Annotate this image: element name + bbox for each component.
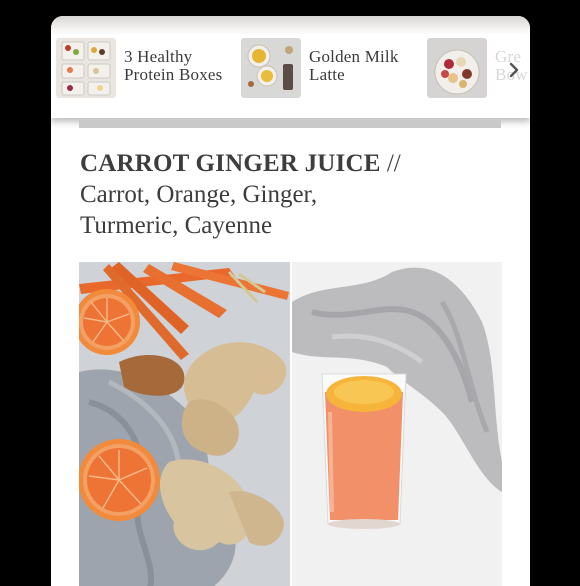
previous-image-edge [79, 118, 501, 128]
chevron-right-icon [509, 62, 519, 78]
juice-glass-photo [292, 262, 502, 586]
related-post-title[interactable]: 3 Healthy Protein Boxes [124, 48, 222, 84]
green-bowl-thumbnail[interactable] [427, 38, 487, 98]
article-title-separator: // [380, 150, 401, 177]
carousel-next-button[interactable] [504, 60, 524, 80]
related-post-title[interactable]: Golden Milk Latte [309, 48, 399, 84]
article-title-bold: CARROT GINGER JUICE [80, 150, 381, 177]
related-post-card[interactable]: 3 Healthy Protein Boxes [56, 38, 222, 100]
related-posts-carousel[interactable]: 3 Healthy Protein Boxes Golden Milk Latt… [51, 34, 530, 118]
phone-screen: 3 Healthy Protein Boxes Golden Milk Latt… [51, 16, 530, 586]
golden-milk-thumbnail[interactable] [241, 38, 301, 98]
title-line: Golden Milk [309, 47, 399, 66]
title-line: 3 Healthy [124, 47, 193, 66]
related-post-card[interactable]: Golden Milk Latte [241, 38, 399, 100]
carrots-orange-ginger-photo [79, 262, 290, 586]
article-title-line: Carrot, Orange, Ginger, [80, 181, 318, 208]
title-line: Protein Boxes [124, 65, 223, 84]
article-title: CARROT GINGER JUICE // Carrot, Orange, G… [80, 148, 500, 241]
title-line: Latte [309, 65, 345, 84]
article-title-line: Turmeric, Cayenne [80, 212, 273, 239]
status-bar-area [51, 16, 530, 34]
protein-boxes-thumbnail[interactable] [56, 38, 116, 98]
